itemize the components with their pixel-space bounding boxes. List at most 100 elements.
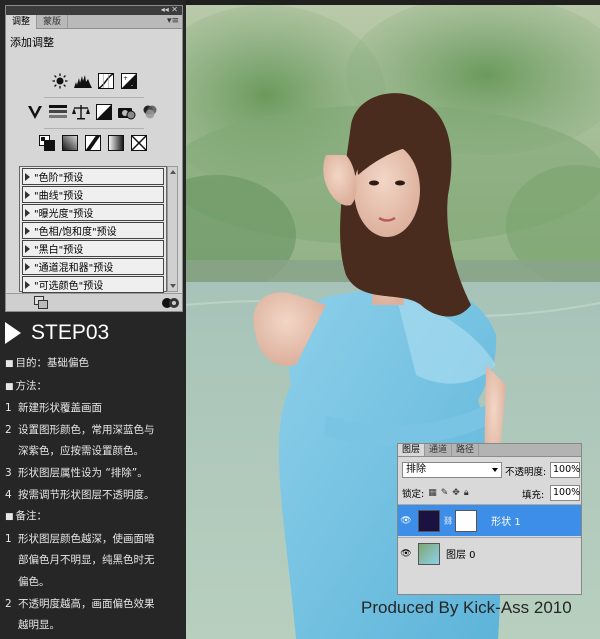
divider bbox=[44, 97, 144, 98]
gradient-map-icon[interactable] bbox=[106, 134, 126, 152]
adjustment-icons-row-3 bbox=[37, 134, 149, 152]
levels-icon[interactable] bbox=[73, 72, 93, 90]
instruction-line: 越明显。 bbox=[5, 615, 183, 637]
collapse-icon[interactable]: ◂◂ ✕ bbox=[161, 5, 178, 14]
instruction-line: 备注： bbox=[5, 506, 183, 529]
instruction-line: 1 形状图层颜色越深，使画面暗 bbox=[5, 529, 183, 551]
layer-row-shape[interactable]: 👁︎ ⛓ 形状 1 bbox=[398, 504, 581, 536]
invert-icon[interactable] bbox=[37, 134, 57, 152]
instruction-line: 1 新建形状覆盖画面 bbox=[5, 398, 183, 420]
step-header: STEP03 bbox=[5, 318, 183, 348]
preset-channel-mixer[interactable]: "通道混和器"预设 bbox=[22, 258, 164, 275]
lock-all-icon[interactable]: 🔒︎ bbox=[464, 488, 469, 498]
play-arrow-icon bbox=[5, 322, 21, 344]
instruction-number: 2 bbox=[5, 597, 12, 610]
blend-row: 排除 不透明度: 100% bbox=[398, 461, 581, 479]
instruction-text: 形状图层颜色越深，使画面暗 bbox=[18, 532, 155, 545]
step-title: STEP03 bbox=[31, 321, 110, 344]
visibility-toggle-icon[interactable] bbox=[162, 296, 180, 309]
preset-scrollbar[interactable] bbox=[167, 166, 178, 292]
lock-transparency-icon[interactable]: ▦ bbox=[428, 488, 437, 498]
blend-mode-value: 排除 bbox=[406, 464, 426, 475]
chevron-down-icon bbox=[492, 468, 498, 472]
preset-levels[interactable]: "色阶"预设 bbox=[22, 168, 164, 185]
preset-label: "黑白"预设 bbox=[34, 245, 84, 256]
expand-triangle-icon bbox=[25, 244, 30, 253]
expand-triangle-icon bbox=[25, 262, 30, 271]
clip-layer-icon[interactable] bbox=[34, 296, 48, 309]
svg-text:-: - bbox=[131, 82, 133, 89]
preset-hue-saturation[interactable]: "色相/饱和度"预设 bbox=[22, 222, 164, 239]
instruction-text: 越明显。 bbox=[18, 619, 60, 632]
fill-label: 填充: bbox=[522, 490, 545, 501]
tab-masks[interactable]: 蒙版 bbox=[37, 15, 69, 29]
preset-curves[interactable]: "曲线"预设 bbox=[22, 186, 164, 203]
instruction-line: 部偏色月不明显，纯黑色时无 bbox=[5, 550, 183, 572]
instruction-text: 形状图层属性设为 “排除”。 bbox=[18, 466, 148, 479]
selective-color-icon[interactable] bbox=[129, 134, 149, 152]
panel-titlebar: ◂◂ ✕ bbox=[6, 5, 182, 15]
preset-exposure[interactable]: "曝光度"预设 bbox=[22, 204, 164, 221]
tab-layers[interactable]: 图层 bbox=[398, 444, 426, 456]
tab-channels[interactable]: 通道 bbox=[425, 444, 453, 456]
instruction-text: 偏色。 bbox=[18, 575, 50, 588]
lock-position-icon[interactable]: ✥ bbox=[452, 488, 460, 498]
panel-title: 添加调整 bbox=[10, 36, 54, 49]
lock-row: 锁定: ▦ ✎ ✥ 🔒︎ 填充: 100% bbox=[398, 484, 581, 502]
left-column: ◂◂ ✕ 调整 蒙版 ▾≡ 添加调整 + - "色阶"预设 "曲线"预设 "曝光… bbox=[0, 0, 186, 639]
layer-thumbnail bbox=[418, 509, 440, 532]
eye-icon[interactable]: 👁︎ bbox=[398, 516, 414, 526]
adjustment-icons-row-1: + - bbox=[50, 72, 139, 90]
preset-black-white[interactable]: "黑白"预设 bbox=[22, 240, 164, 257]
vibrance-icon[interactable] bbox=[25, 103, 45, 121]
preset-label: "曲线"预设 bbox=[34, 191, 84, 202]
instruction-text: 深紫色，应按需设置颜色。 bbox=[18, 445, 144, 458]
black-white-icon[interactable] bbox=[94, 103, 114, 121]
instruction-number: 1 bbox=[5, 402, 12, 415]
instruction-line: 目的：基础偏色 bbox=[5, 353, 183, 376]
panel-footer bbox=[6, 293, 182, 311]
preset-selective-color[interactable]: "可选颜色"预设 bbox=[22, 276, 164, 293]
credit-text: Produced By Kick-Ass 2010 bbox=[361, 598, 572, 617]
threshold-icon[interactable] bbox=[83, 134, 103, 152]
tab-paths[interactable]: 路径 bbox=[452, 444, 480, 456]
exposure-icon[interactable]: + - bbox=[119, 72, 139, 90]
blend-mode-select[interactable]: 排除 bbox=[402, 462, 502, 478]
expand-triangle-icon bbox=[25, 226, 30, 235]
preset-label: "可选颜色"预设 bbox=[34, 281, 104, 292]
curves-icon[interactable] bbox=[96, 72, 116, 90]
channel-mixer-icon[interactable] bbox=[140, 103, 160, 121]
instruction-number: 4 bbox=[5, 488, 12, 501]
opacity-field[interactable]: 100% bbox=[550, 462, 580, 478]
layer-row-image[interactable]: 👁︎ 图层 0 bbox=[398, 537, 581, 569]
expand-triangle-icon bbox=[25, 280, 30, 289]
photo-filter-icon[interactable] bbox=[117, 103, 137, 121]
instruction-line: 2 设置图形颜色，常用深蓝色与 bbox=[5, 420, 183, 442]
layer-name[interactable]: 形状 1 bbox=[491, 513, 521, 528]
adjustments-panel: ◂◂ ✕ 调整 蒙版 ▾≡ 添加调整 + - "色阶"预设 "曲线"预设 "曝光… bbox=[5, 5, 183, 312]
instruction-line: 偏色。 bbox=[5, 572, 183, 594]
scroll-up-icon[interactable] bbox=[170, 170, 176, 174]
instruction-text: 部偏色月不明显，纯黑色时无 bbox=[18, 554, 155, 567]
expand-triangle-icon bbox=[25, 190, 30, 199]
lock-pixels-icon[interactable]: ✎ bbox=[441, 488, 449, 498]
layer-name[interactable]: 图层 0 bbox=[446, 546, 476, 561]
fill-field[interactable]: 100% bbox=[550, 485, 580, 501]
lock-label: 锁定: bbox=[402, 489, 425, 500]
instruction-line: 2 不透明度越高，画面偏色效果 bbox=[5, 594, 183, 616]
scroll-down-icon[interactable] bbox=[170, 284, 176, 288]
instruction-text: 方法： bbox=[15, 379, 48, 392]
hue-saturation-icon[interactable] bbox=[48, 103, 68, 121]
layer-thumbnail bbox=[418, 542, 440, 565]
eye-icon[interactable]: 👁︎ bbox=[398, 549, 414, 559]
step-body: 目的：基础偏色方法： 1新建形状覆盖画面2设置图形颜色，常用深蓝色与深紫色，应按需… bbox=[5, 353, 183, 637]
instruction-line: 方法： bbox=[5, 376, 183, 399]
brightness-contrast-icon[interactable] bbox=[50, 72, 70, 90]
instruction-text: 目的：基础偏色 bbox=[15, 357, 90, 369]
panel-menu-icon[interactable]: ▾≡ bbox=[167, 16, 179, 26]
tab-adjustments[interactable]: 调整 bbox=[6, 15, 38, 29]
color-balance-icon[interactable] bbox=[71, 103, 91, 121]
posterize-icon[interactable] bbox=[60, 134, 80, 152]
instruction-line: 深紫色，应按需设置颜色。 bbox=[5, 441, 183, 463]
opacity-label: 不透明度: bbox=[505, 467, 547, 478]
